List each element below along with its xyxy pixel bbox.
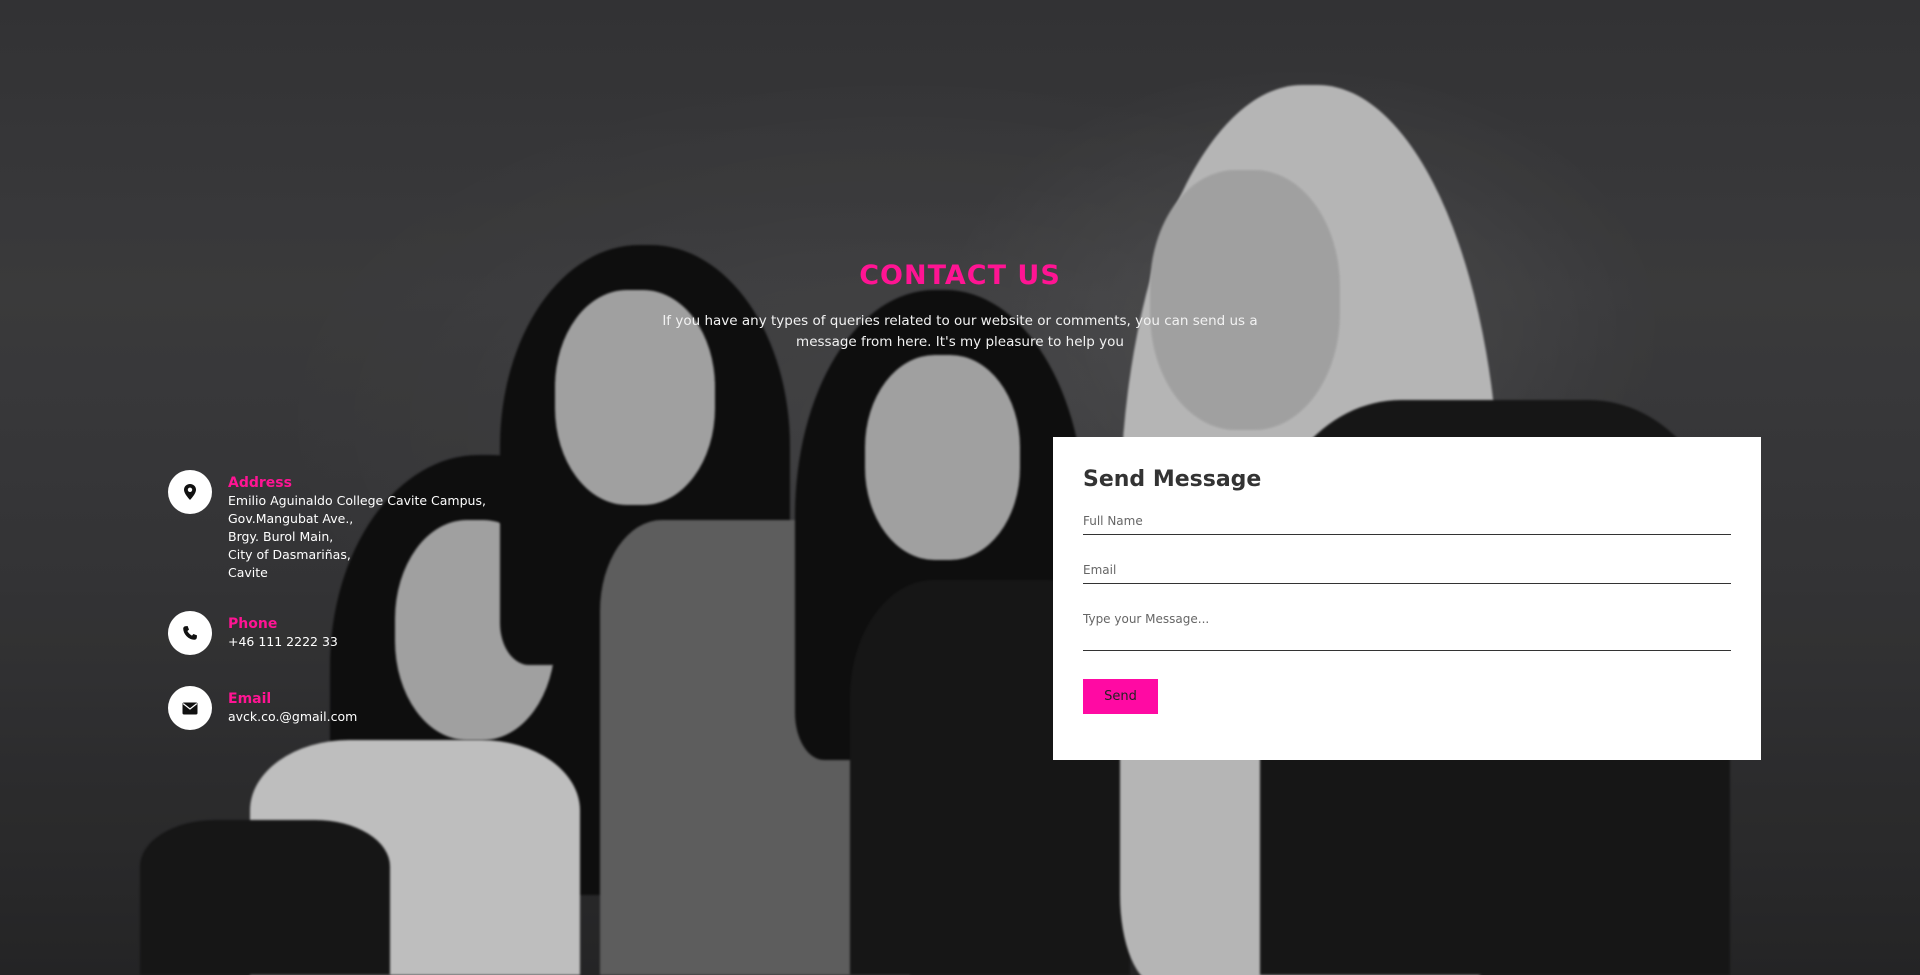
phone-icon (168, 611, 212, 655)
email-label: Email (228, 691, 272, 707)
full-name-input[interactable] (1083, 508, 1731, 534)
message-field-wrapper (1083, 606, 1731, 651)
address-line: Cavite (228, 565, 268, 580)
address-line: Gov.Mangubat Ave., (228, 511, 354, 526)
address-line: Brgy. Burol Main, (228, 529, 334, 544)
map-pin-icon (168, 470, 212, 514)
address-label: Address (228, 475, 292, 491)
address-item: Address Emilio Aguinaldo College Cavite … (168, 470, 486, 582)
send-button[interactable]: Send (1083, 679, 1158, 714)
email-value: avck.co.@gmail.com (228, 709, 358, 724)
contact-header: CONTACT US If you have any types of quer… (0, 260, 1920, 353)
email-field-wrapper (1083, 557, 1731, 584)
send-message-form: Send Message Send (1053, 437, 1761, 760)
address-line: Emilio Aguinaldo College Cavite Campus, (228, 493, 486, 508)
form-title: Send Message (1083, 467, 1262, 492)
address-line: City of Dasmariñas, (228, 547, 351, 562)
contact-page: CONTACT US If you have any types of quer… (0, 0, 1920, 975)
page-subtitle: If you have any types of queries related… (662, 313, 1258, 350)
message-textarea[interactable] (1083, 606, 1731, 646)
full-name-field-wrapper (1083, 508, 1731, 535)
email-input[interactable] (1083, 557, 1731, 583)
phone-item: Phone +46 111 2222 33 (168, 611, 338, 655)
phone-value: +46 111 2222 33 (228, 634, 338, 649)
page-title: CONTACT US (859, 260, 1061, 291)
envelope-icon (168, 686, 212, 730)
phone-label: Phone (228, 616, 278, 632)
email-item: Email avck.co.@gmail.com (168, 686, 357, 730)
